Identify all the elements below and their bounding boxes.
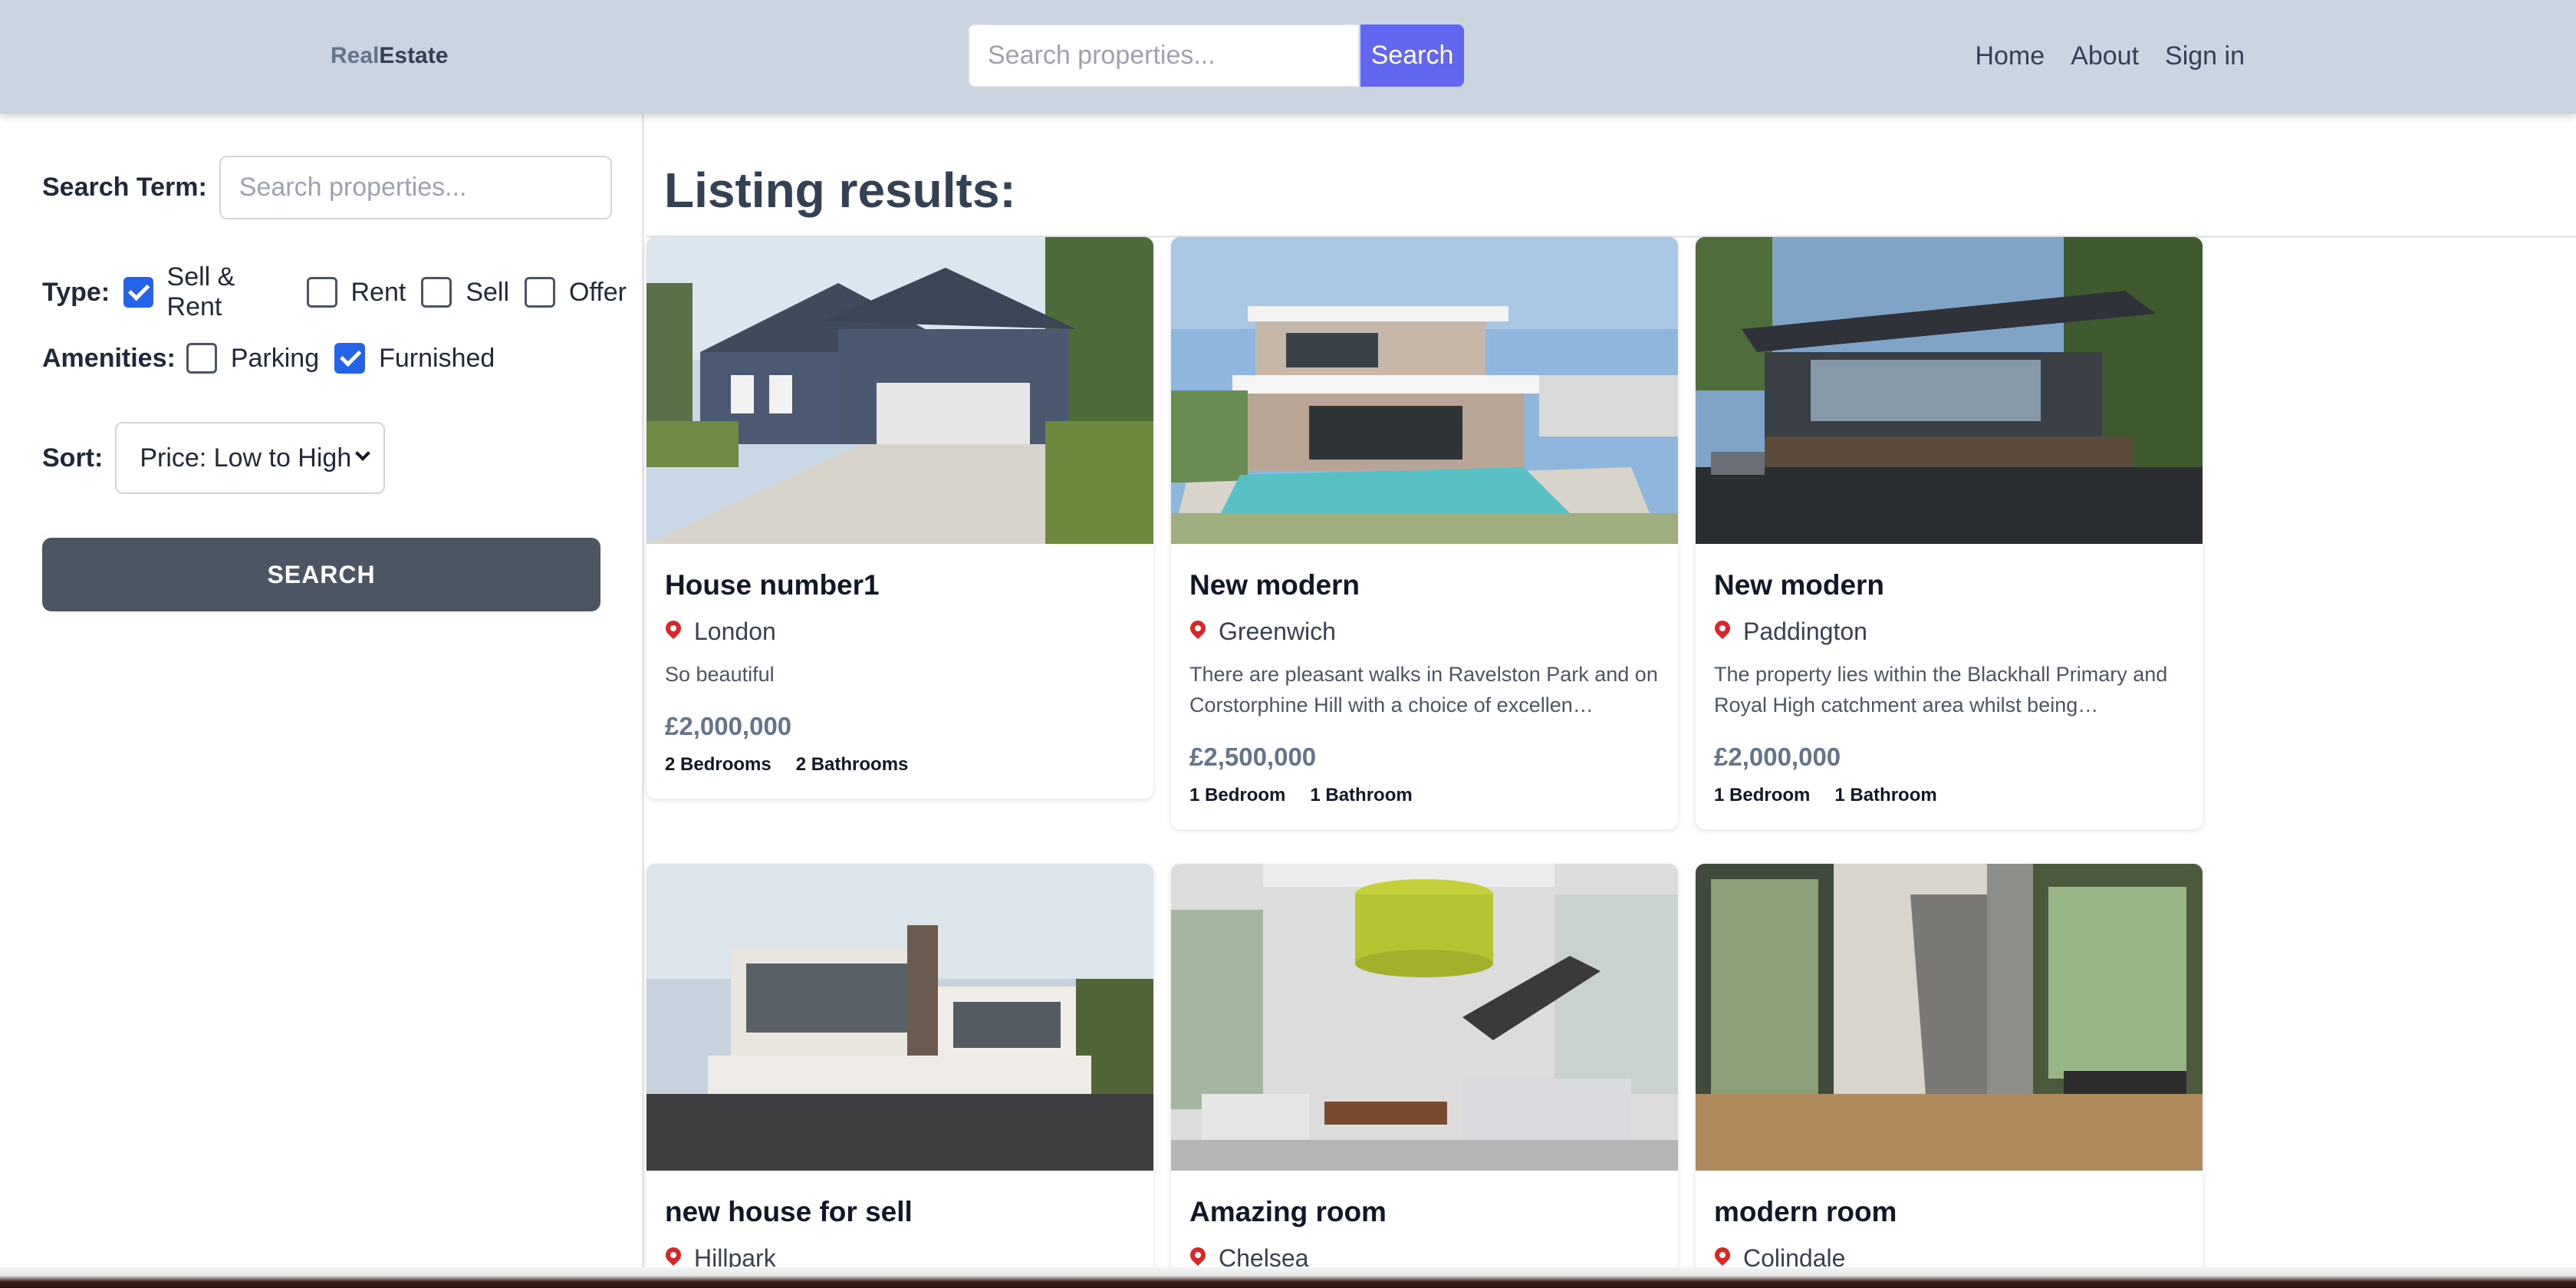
listing-title[interactable]: New modern (1714, 565, 2184, 605)
logo-part-estate: Estate (379, 43, 449, 68)
amenity-furnished-label: Furnished (379, 343, 495, 373)
amenity-furnished-checkbox[interactable] (334, 343, 366, 374)
sort-row: Sort: Price: Low to High (42, 422, 386, 494)
page-title: Listing results: (664, 163, 1016, 218)
logo[interactable]: RealEstate (331, 40, 448, 72)
filter-sidebar: Search Term: Type: Sell & Rent Rent Sell… (0, 114, 644, 1288)
type-offer-label: Offer (569, 277, 627, 307)
type-sell-rent-checkbox[interactable] (123, 277, 153, 308)
listing-location: Greenwich (1189, 614, 1660, 648)
listing-image[interactable] (1696, 237, 2203, 544)
listing-title[interactable]: new house for sell (665, 1192, 1135, 1232)
listing-title[interactable]: modern room (1714, 1192, 2184, 1232)
amenities-row: Amenities: Parking Furnished (42, 343, 510, 374)
listing-card[interactable]: new house for sell Hillpark (646, 864, 1153, 1275)
listing-bedrooms: 2 Bedrooms (665, 754, 771, 775)
search-submit-button[interactable]: SEARCH (42, 538, 600, 611)
location-pin-icon (1714, 621, 1731, 642)
listing-title[interactable]: House number1 (665, 565, 1135, 605)
header-search-form: Search (969, 25, 1464, 87)
type-rent-checkbox[interactable] (306, 277, 337, 308)
listing-bathrooms: 2 Bathrooms (795, 754, 909, 775)
nav-sign-in-link[interactable]: Sign in (2165, 38, 2245, 74)
listing-card[interactable]: Amazing room Chelsea (1171, 864, 1678, 1275)
listing-image[interactable] (646, 237, 1153, 544)
main-nav: Home About Sign in (1975, 38, 2245, 74)
listing-location: Paddington (1714, 614, 2184, 648)
logo-part-real: Real (331, 43, 380, 68)
listing-description: There are pleasant walks in Ravelston Pa… (1189, 663, 1658, 716)
listing-price: £2,500,000 (1189, 743, 1317, 771)
listing-bathrooms: 1 Bathroom (1834, 785, 1937, 805)
listing-location: London (665, 614, 1135, 648)
search-term-label: Search Term: (42, 173, 207, 202)
listing-bedrooms: 1 Bedroom (1189, 785, 1286, 805)
listing-description: So beautiful (665, 663, 775, 686)
listing-bedrooms: 1 Bedroom (1714, 785, 1811, 805)
listing-card[interactable]: House number1 London So beautiful £2,000… (646, 237, 1153, 799)
location-pin-icon (665, 1247, 682, 1269)
listing-image[interactable] (1171, 864, 1678, 1171)
listing-image[interactable] (1696, 864, 2203, 1171)
listing-image[interactable] (646, 864, 1153, 1171)
amenities-label: Amenities: (42, 343, 176, 373)
search-term-input[interactable] (219, 156, 612, 219)
listing-location-text: Greenwich (1219, 618, 1336, 645)
listing-price: £2,000,000 (1714, 743, 1841, 771)
sort-label: Sort: (42, 443, 104, 473)
listing-image[interactable] (1171, 237, 1678, 544)
header-search-button[interactable]: Search (1360, 25, 1464, 87)
listing-bathrooms: 1 Bathroom (1310, 785, 1413, 805)
listing-description: The property lies within the Blackhall P… (1714, 663, 2168, 716)
listing-price: £2,000,000 (665, 712, 792, 740)
amenity-parking-label: Parking (230, 343, 320, 373)
listing-card[interactable]: New modern Paddington The property lies … (1696, 237, 2203, 829)
location-pin-icon (1189, 621, 1206, 642)
search-term-row: Search Term: (42, 156, 612, 219)
listing-specs: 2 Bedrooms 2 Bathrooms (665, 753, 1135, 799)
header-search-input[interactable] (969, 25, 1359, 87)
nav-about-link[interactable]: About (2071, 38, 2139, 74)
listing-location-text: Paddington (1743, 618, 1867, 645)
sort-select[interactable]: Price: Low to High (115, 422, 386, 494)
type-rent-label: Rent (350, 277, 406, 307)
type-sell-checkbox[interactable] (421, 277, 452, 308)
location-pin-icon (665, 621, 682, 642)
type-label: Type: (42, 277, 110, 307)
listing-title[interactable]: Amazing room (1189, 1192, 1660, 1232)
type-row: Type: Sell & Rent Rent Sell Offer (42, 262, 642, 322)
listing-specs: 1 Bedroom 1 Bathroom (1189, 783, 1660, 829)
type-sell-rent-label: Sell & Rent (166, 262, 235, 321)
type-sell-label: Sell (466, 277, 510, 307)
window-bottom-edge (0, 1267, 2576, 1288)
nav-home-link[interactable]: Home (1975, 38, 2045, 74)
type-offer-checkbox[interactable] (525, 277, 556, 308)
listing-specs: 1 Bedroom 1 Bathroom (1714, 783, 2184, 829)
top-header: RealEstate Search Home About Sign in (0, 0, 2576, 114)
listing-location-text: London (694, 618, 776, 645)
location-pin-icon (1714, 1247, 1731, 1269)
listing-title[interactable]: New modern (1189, 565, 1660, 605)
listing-card[interactable]: New modern Greenwich There are pleasant … (1171, 237, 1678, 829)
chevron-down-icon (355, 446, 371, 461)
amenity-parking-checkbox[interactable] (186, 343, 217, 374)
sort-select-value: Price: Low to High (140, 443, 352, 473)
location-pin-icon (1189, 1247, 1206, 1269)
listing-card[interactable]: modern room Colindale (1696, 864, 2203, 1275)
